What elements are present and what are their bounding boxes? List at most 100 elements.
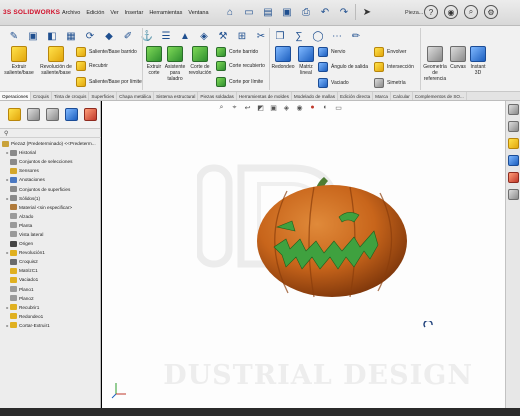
tree-node[interactable]: ▸ Revolución1 (0, 248, 101, 257)
tree-node[interactable]: Redondeo1 (0, 312, 101, 321)
ribbon-tab[interactable]: Modelado de mallas (292, 92, 339, 100)
mirror-button[interactable]: Simetría (374, 78, 406, 88)
tree-node[interactable]: Plano1 (0, 285, 101, 294)
tree-node[interactable]: Pieza2 (Predeterminado) <<Predeterm... (0, 139, 101, 148)
home-icon[interactable]: ⌂ (222, 4, 238, 20)
tree-node[interactable]: Vista lateral (0, 230, 101, 239)
instant3d-button[interactable]: Instant 3D (468, 46, 488, 76)
revolved-cut-button[interactable]: Corte de revolución (187, 46, 213, 76)
configuration-manager-tab-icon[interactable] (46, 108, 59, 121)
edit-icon[interactable]: ✐ (120, 28, 136, 44)
redo-icon[interactable]: ↷ (336, 4, 352, 20)
tree-node[interactable]: Conjuntos de superficies (0, 184, 101, 193)
linear-pattern-button[interactable]: Matriz lineal (296, 46, 316, 76)
curves-button[interactable]: Curvas (449, 46, 467, 70)
hole-icon[interactable]: ▦ (63, 28, 79, 44)
circle-icon[interactable]: ◯ (310, 28, 326, 44)
open-icon[interactable]: ▤ (260, 4, 276, 20)
diamond-icon[interactable]: ◆ (101, 28, 117, 44)
tree-node[interactable]: Material <sin especificar> (0, 203, 101, 212)
menu-window[interactable]: Ventana (188, 10, 208, 16)
feature-tree-tab-icon[interactable] (8, 108, 21, 121)
help-icon[interactable]: ? (424, 5, 438, 19)
swept-boss-button[interactable]: Saliente/Base barrido (76, 47, 137, 57)
print-icon[interactable]: ⎙ (298, 4, 314, 20)
user-icon[interactable]: ◉ (444, 5, 458, 19)
property-manager-tab-icon[interactable] (27, 108, 40, 121)
tree-node[interactable]: Origen (0, 239, 101, 248)
dimxpert-tab-icon[interactable] (65, 108, 78, 121)
revolve-boss-button[interactable]: Revolución de saliente/base (38, 46, 74, 76)
design-library-icon[interactable] (508, 121, 519, 132)
extrude-boss-button[interactable]: Extruir saliente/base (2, 46, 36, 76)
ribbon-tab[interactable]: Chapa metálica (117, 92, 155, 100)
hole-wizard-button[interactable]: Asistente para taladro (164, 46, 186, 82)
surface-icon[interactable]: ◈ (196, 28, 212, 44)
component-icon[interactable]: ◧ (44, 28, 60, 44)
ribbon-tab[interactable]: Tinta de croquis (52, 92, 90, 100)
search-icon[interactable]: ⌕ (464, 5, 478, 19)
ribbon-tab[interactable]: Sistema estructural (154, 92, 199, 100)
graphics-area[interactable]: ⌕ ⌖ ↩ ◩ ▣ ◈ ◉ ● ◐ ▭ DUSTRIAL DESIGN (102, 101, 505, 408)
ribbon-tab[interactable]: Herramientas de moldes (237, 92, 292, 100)
tree-node[interactable]: ▸ Sólidos(1) (0, 194, 101, 203)
boundary-cut-button[interactable]: Corte por límite (216, 77, 263, 87)
triangle-icon[interactable]: ▲ (177, 28, 193, 44)
cube-icon[interactable]: ❒ (272, 28, 288, 44)
ribbon-tab[interactable]: Piezas soldadas (198, 92, 237, 100)
appearances-icon[interactable] (508, 172, 519, 183)
lofted-cut-button[interactable]: Corte recubierto (216, 61, 265, 71)
resources-icon[interactable] (508, 104, 519, 115)
reference-geometry-button[interactable]: Geometría de referencia (422, 46, 448, 82)
tree-node[interactable]: Conjuntos de selecciones (0, 157, 101, 166)
file-explorer-icon[interactable] (508, 138, 519, 149)
draft-button[interactable]: Ángulo de salida (318, 62, 368, 72)
weld-icon[interactable]: ⚒ (215, 28, 231, 44)
menu-insert[interactable]: Insertar (125, 10, 144, 16)
shell-button[interactable]: Vaciado (318, 78, 349, 88)
settings-icon[interactable]: ⚙ (484, 5, 498, 19)
layers-icon[interactable]: ☰ (158, 28, 174, 44)
menu-view[interactable]: Ver (110, 10, 118, 16)
rebuild-icon[interactable]: ⟳ (82, 28, 98, 44)
lofted-boss-button[interactable]: Recubrir (76, 61, 108, 71)
tree-node[interactable]: ▸ Cortar-Extruir1 (0, 321, 101, 330)
ribbon-tab[interactable]: Complementos de SO... (413, 92, 467, 100)
ribbon-tab[interactable]: Marca (373, 92, 391, 100)
new-document-icon[interactable]: ▭ (241, 4, 257, 20)
fillet-button[interactable]: Redondeo (271, 46, 295, 70)
swept-cut-button[interactable]: Corte barrido (216, 47, 258, 57)
intersect-button[interactable]: Intersección (374, 62, 414, 72)
tree-node[interactable]: Plano2 (0, 294, 101, 303)
wrap-button[interactable]: Envolver (374, 47, 406, 57)
ribbon-tab[interactable]: Edición directa (338, 92, 374, 100)
tree-node[interactable]: ▸ Historial (0, 148, 101, 157)
save-icon[interactable]: ▣ (279, 4, 295, 20)
tree-node[interactable]: Alzado (0, 212, 101, 221)
lock-icon[interactable]: ▣ (25, 28, 41, 44)
tree-node[interactable]: Croquis2 (0, 257, 101, 266)
tree-node[interactable]: Planta (0, 221, 101, 230)
rib-button[interactable]: Nervio (318, 47, 345, 57)
direct-edit-icon[interactable]: ✂ (253, 28, 269, 44)
tree-node[interactable]: Sensores (0, 166, 101, 175)
tree-node[interactable]: ▸ Recubrir1 (0, 303, 101, 312)
sketch-tool-icon[interactable]: ✎ (6, 28, 22, 44)
boundary-boss-button[interactable]: Saliente/Base por límite (76, 77, 142, 87)
menu-file[interactable]: Archivo (62, 10, 80, 16)
tree-filter[interactable]: ⚲ (0, 129, 101, 138)
dots-icon[interactable]: ⋯ (329, 28, 345, 44)
ribbon-tab[interactable]: Operaciones (0, 92, 32, 100)
menu-edit[interactable]: Edición (86, 10, 104, 16)
custom-properties-icon[interactable] (508, 189, 519, 200)
ribbon-tab[interactable]: Croquis (31, 92, 52, 100)
tree-node[interactable]: MatrizC1 (0, 266, 101, 275)
display-manager-tab-icon[interactable] (84, 108, 97, 121)
select-cursor-icon[interactable]: ➤ (359, 4, 375, 20)
extruded-cut-button[interactable]: Extruir corte (144, 46, 164, 76)
undo-icon[interactable]: ↶ (317, 4, 333, 20)
tree-node[interactable]: ▸ Anotaciones (0, 175, 101, 184)
tree-node[interactable]: Vaciado1 (0, 275, 101, 284)
calculate-icon[interactable]: ∑ (291, 28, 307, 44)
pen-icon[interactable]: ✏ (348, 28, 364, 44)
